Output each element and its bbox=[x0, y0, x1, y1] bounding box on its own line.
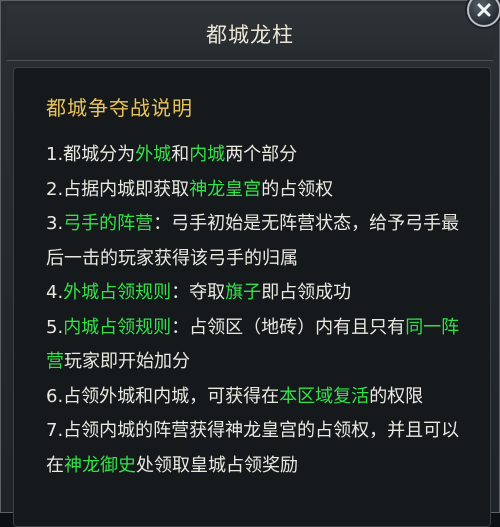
rule-item: 2.占据内城即获取神龙皇宫的占领权 bbox=[46, 173, 476, 208]
rule-item: 6.占领外城和内城，可获得在本区域复活的权限 bbox=[46, 380, 476, 415]
title-bar: 都城龙柱 bbox=[7, 5, 493, 61]
rule-text: 即占领成功 bbox=[261, 282, 352, 303]
rule-item: 5.内城占领规则：占领区（地砖）内有且只有同一阵营玩家即开始加分 bbox=[46, 311, 476, 380]
rule-text: 4. bbox=[46, 282, 64, 303]
rule-text: 处领取皇城占领奖励 bbox=[136, 454, 298, 476]
rule-highlight: 神龙皇宫 bbox=[189, 178, 262, 200]
rule-item: 4.外城占领规则：夺取旗子即占领成功 bbox=[46, 276, 476, 311]
rule-text: 两个部分 bbox=[225, 144, 298, 165]
rule-text: 1.都城分为 bbox=[46, 144, 136, 165]
rule-text: 2.占据内城即获取 bbox=[46, 178, 190, 200]
rules-panel: 都城争夺战说明 1.都城分为外城和内城两个部分 2.占据内城即获取神龙皇宫的占领权… bbox=[13, 67, 491, 527]
rule-highlight: 神龙御史 bbox=[64, 454, 136, 476]
rule-text: 5. bbox=[46, 316, 64, 338]
rule-item: 3.弓手的阵营：弓手初始是无阵营状态，给予弓手最后一击的玩家获得该弓手的归属 bbox=[46, 207, 476, 276]
rule-highlight: 内城 bbox=[189, 144, 226, 165]
rule-text: 玩家即开始加分 bbox=[64, 351, 190, 372]
rule-highlight: 旗子 bbox=[225, 282, 262, 303]
rule-highlight: 内城占领规则 bbox=[63, 316, 172, 338]
rule-highlight: 外城占领规则 bbox=[63, 282, 172, 303]
rule-text: 3. bbox=[46, 213, 64, 234]
rule-text: 的权限 bbox=[369, 385, 424, 407]
rule-text: ：夺取 bbox=[171, 282, 226, 303]
rule-highlight: 外城 bbox=[135, 144, 172, 165]
rule-item: 7.占领内城的阵营获得神龙皇宫的占领权，并且可以在神龙御史处领取皇城占领奖励 bbox=[46, 414, 476, 483]
rule-text: 和 bbox=[171, 144, 190, 165]
window-title: 都城龙柱 bbox=[206, 23, 294, 47]
rule-text: ：占领区（地砖）内有且只有 bbox=[171, 316, 406, 338]
dialog-window: 都城龙柱 都城争夺战说明 1.都城分为外城和内城两个部分 2.占据内城即获取神龙皇… bbox=[0, 0, 500, 527]
rule-highlight: 弓手的阵营 bbox=[63, 213, 154, 234]
rule-text: 的占领权 bbox=[261, 178, 334, 200]
rules-list: 1.都城分为外城和内城两个部分 2.占据内城即获取神龙皇宫的占领权 3.弓手的阵营：… bbox=[46, 138, 476, 483]
section-heading: 都城争夺战说明 bbox=[46, 96, 193, 120]
rule-text: 6.占领外城和内城，可获得在 bbox=[46, 385, 280, 407]
close-icon bbox=[476, 2, 492, 18]
rule-highlight: 本区域复活 bbox=[279, 385, 370, 407]
rule-item: 1.都城分为外城和内城两个部分 bbox=[46, 138, 476, 173]
